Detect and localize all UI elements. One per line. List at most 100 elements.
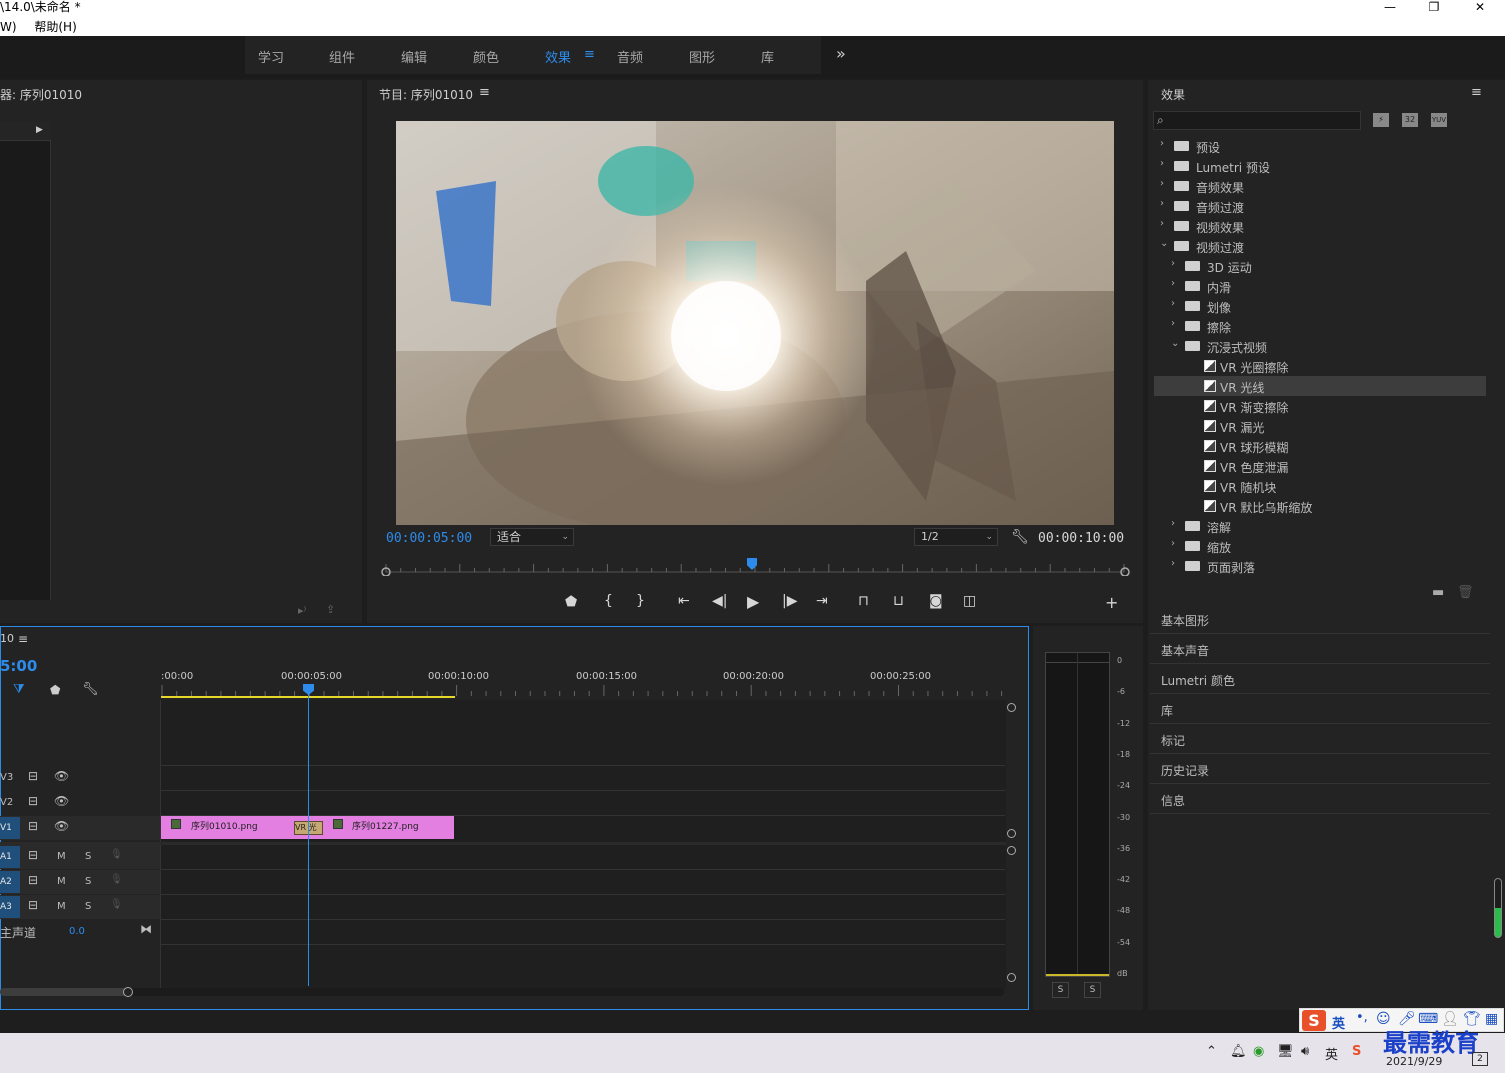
add-marker-icon[interactable]: ⬟ [50, 683, 60, 697]
chevron-right-icon[interactable]: › [1160, 178, 1164, 189]
timeline-timecode[interactable]: 5:00 [0, 657, 37, 675]
chevron-right-icon[interactable]: › [1171, 278, 1175, 289]
volume-icon[interactable]: 🔊︎ [1301, 1044, 1309, 1059]
chevron-right-icon[interactable]: › [1160, 138, 1164, 149]
chevron-right-icon[interactable]: › [1171, 538, 1175, 549]
master-volume[interactable]: 0.0 [69, 926, 85, 937]
panel-info[interactable]: 信息 [1150, 785, 1490, 814]
effects-tree-item[interactable]: VR 光线 [1154, 376, 1486, 396]
workspace-color[interactable]: 颜色 [473, 47, 499, 66]
effects-tree-item[interactable]: ⌄ 视频过渡 [1154, 236, 1486, 256]
program-current-time[interactable]: 00:00:05:00 [386, 531, 472, 546]
track-label[interactable]: V3 [0, 772, 13, 783]
lift-icon[interactable]: ⊓ [858, 593, 869, 609]
solo-left-button[interactable]: S [1052, 982, 1069, 998]
effects-tree-item[interactable]: › 3D 运动 [1154, 256, 1486, 276]
resolution-select[interactable]: 1/2 ⌄ [914, 528, 998, 546]
track-label[interactable]: V2 [0, 797, 13, 808]
comparison-view-icon[interactable]: ◫ [963, 593, 976, 609]
solo-button[interactable]: S [85, 851, 91, 862]
scroll-handle[interactable] [1007, 973, 1016, 982]
eye-icon[interactable]: 👁︎ [54, 769, 69, 783]
scroll-handle[interactable] [1007, 846, 1016, 855]
new-bin-icon[interactable]: ▬ [1432, 585, 1444, 600]
effects-tree-item[interactable]: VR 色度泄漏 [1154, 456, 1486, 476]
panel-libraries[interactable]: 库 [1150, 695, 1490, 724]
effects-tree-item[interactable]: › 内滑 [1154, 276, 1486, 296]
effects-panel-title[interactable]: 效果 [1161, 86, 1185, 103]
video-vertical-scrollbar[interactable] [1007, 703, 1016, 839]
sync-lock-icon[interactable]: ⊟ [28, 848, 38, 862]
sogou-logo[interactable]: S [1302, 1010, 1326, 1031]
effects-tree-item[interactable]: VR 随机块 [1154, 476, 1486, 496]
tools-icon[interactable]: ▦ [1485, 1011, 1498, 1027]
panel-markers[interactable]: 标记 [1150, 725, 1490, 754]
panel-essential-sound[interactable]: 基本声音 [1150, 635, 1490, 664]
clip-1-name[interactable]: 序列01010.png [191, 819, 258, 832]
effects-tree-item[interactable]: VR 球形模糊 [1154, 436, 1486, 456]
chevron-right-icon[interactable]: › [1160, 218, 1164, 229]
program-panel-title[interactable]: 节目: 序列01010 [379, 86, 473, 103]
menu-help[interactable]: 帮助(H) [34, 20, 76, 34]
effects-tree-item[interactable]: › 音频效果 [1154, 176, 1486, 196]
chevron-down-icon[interactable]: ⌄ [1171, 338, 1179, 349]
ime-mode[interactable]: 英 [1332, 1013, 1345, 1032]
sync-lock-icon[interactable]: ⊟ [28, 873, 38, 887]
track-label[interactable]: A3 [0, 896, 20, 918]
accelerated-effects-icon[interactable]: ⚡ [1373, 113, 1389, 127]
chevron-up-icon[interactable]: ⌃ [1206, 1044, 1217, 1059]
master-link-icon[interactable]: ⧓ [140, 922, 152, 936]
mute-button[interactable]: M [57, 901, 66, 912]
program-video-frame[interactable] [396, 121, 1114, 525]
effects-tree-item[interactable]: › 音频过渡 [1154, 196, 1486, 216]
ime-indicator[interactable]: 英 [1325, 1044, 1338, 1063]
scroll-thumb[interactable] [0, 988, 128, 996]
yuv-badge[interactable]: YUV [1431, 113, 1447, 127]
source-panel-title[interactable]: 器: 序列01010 [0, 86, 82, 103]
punct-icon[interactable]: •, [1356, 1010, 1368, 1025]
track-label[interactable]: A2 [0, 871, 20, 893]
sync-lock-icon[interactable]: ⊟ [28, 769, 38, 783]
wrench-icon[interactable]: 🔧︎ [82, 682, 99, 697]
mute-button[interactable]: M [57, 876, 66, 887]
sync-lock-icon[interactable]: ⊟ [28, 794, 38, 808]
notification-bell-icon[interactable]: 🔔︎ [1230, 1044, 1247, 1059]
add-marker-icon[interactable]: ⬟ [565, 594, 577, 610]
timeline-playhead-line[interactable] [308, 694, 309, 986]
effects-search-input[interactable]: ⌕ [1153, 111, 1361, 130]
chevron-down-icon[interactable]: ⌄ [1160, 238, 1168, 249]
effects-tree-item[interactable]: ⌄ 沉浸式视频 [1154, 336, 1486, 356]
solo-button[interactable]: S [85, 876, 91, 887]
maximize-icon[interactable]: ❐ [1412, 0, 1456, 18]
panel-history[interactable]: 历史记录 [1150, 755, 1490, 784]
mic-icon[interactable]: 🎙︎ [110, 849, 123, 860]
chevron-right-icon[interactable]: › [1160, 158, 1164, 169]
clip-2-name[interactable]: 序列01227.png [352, 819, 419, 832]
minimize-icon[interactable]: — [1368, 0, 1412, 18]
track-label[interactable]: A1 [0, 846, 20, 868]
effects-tree-item[interactable]: › 擦除 [1154, 316, 1486, 336]
solo-button[interactable]: S [85, 901, 91, 912]
extract-icon[interactable]: ⊔ [893, 593, 904, 609]
step-back-icon[interactable]: ◀︎| [712, 593, 727, 609]
snap-icon[interactable]: ⧩ [13, 682, 25, 697]
effects-tree-item[interactable]: › 缩放 [1154, 536, 1486, 556]
workspace-learn[interactable]: 学习 [258, 47, 284, 66]
menu-window[interactable]: W) [0, 20, 17, 34]
mic-icon[interactable]: 🎙︎ [110, 899, 123, 910]
chevron-right-icon[interactable]: › [1171, 318, 1175, 329]
mark-in-icon[interactable]: { [604, 593, 613, 609]
volume-scroll-indicator[interactable] [1494, 878, 1502, 938]
wrench-icon[interactable]: 🔧︎ [1011, 529, 1029, 545]
security-icon[interactable]: ◉ [1253, 1044, 1264, 1059]
effects-tree-item[interactable]: › 预设 [1154, 136, 1486, 156]
step-forward-icon[interactable]: |▶︎ [782, 593, 797, 609]
chevron-right-icon[interactable]: › [1171, 558, 1175, 569]
horizontal-scrollbar[interactable] [0, 987, 1004, 997]
panel-lumetri-color[interactable]: Lumetri 颜色 [1150, 665, 1490, 694]
mark-out-icon[interactable]: } [636, 593, 645, 609]
workspace-libraries[interactable]: 库 [761, 47, 774, 66]
chevron-right-icon[interactable]: › [1171, 298, 1175, 309]
effects-tree-item[interactable]: VR 渐变擦除 [1154, 396, 1486, 416]
effects-tree-item[interactable]: › 划像 [1154, 296, 1486, 316]
